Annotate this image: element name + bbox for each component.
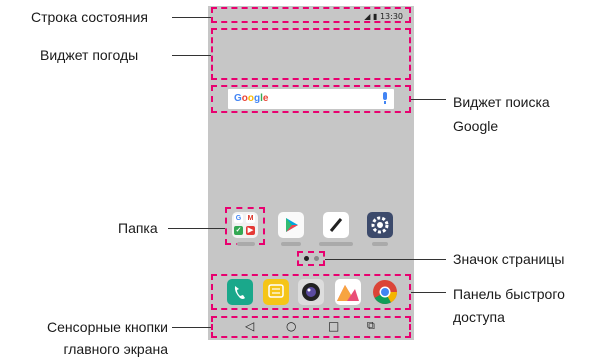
home-touch-buttons-label-2: главного экрана bbox=[63, 341, 168, 357]
gmail-mini-icon: G bbox=[234, 214, 243, 223]
dual-window-key-icon[interactable]: ⧉ bbox=[367, 319, 375, 333]
home-touch-buttons-leader bbox=[172, 327, 211, 328]
chrome-icon[interactable] bbox=[372, 279, 398, 305]
page-indicator-highlight bbox=[297, 251, 325, 266]
pencil-icon bbox=[329, 218, 343, 232]
mic-icon[interactable] bbox=[383, 92, 387, 104]
folder-label bbox=[237, 242, 255, 246]
quick-access-leader bbox=[411, 292, 446, 293]
settings-icon[interactable] bbox=[367, 212, 393, 238]
status-bar-label: Строка состояния bbox=[31, 9, 148, 25]
notes-icon[interactable] bbox=[323, 212, 349, 238]
back-key-icon[interactable]: ◁ bbox=[245, 319, 254, 333]
search-bar[interactable]: Google bbox=[228, 89, 394, 109]
home-key-icon[interactable]: ○ bbox=[286, 319, 296, 333]
phone-icon[interactable] bbox=[227, 279, 253, 305]
status-time: 13:30 bbox=[379, 12, 403, 21]
message-bubble-icon bbox=[268, 284, 284, 298]
gmail-m-mini-icon: M bbox=[246, 214, 255, 223]
messages-icon[interactable] bbox=[263, 279, 289, 305]
recents-key-icon[interactable]: □ bbox=[328, 319, 339, 333]
google-search-label-2: Google bbox=[453, 118, 499, 134]
status-bar: ◢ ▮ 13:30 bbox=[211, 7, 411, 23]
page-indicator-leader bbox=[325, 259, 446, 260]
status-icons: ◢ ▮ 13:30 bbox=[364, 12, 403, 21]
gear-icon bbox=[371, 216, 389, 234]
gallery-icon[interactable] bbox=[335, 279, 361, 305]
google-search-leader bbox=[411, 99, 446, 100]
maps-mini-icon: ✓ bbox=[234, 226, 243, 235]
play-store-icon[interactable] bbox=[278, 212, 304, 238]
chrome-logo-icon bbox=[373, 280, 397, 305]
page-indicator-label: Значок страницы bbox=[453, 251, 565, 267]
play-triangle bbox=[286, 218, 298, 232]
google-logo: Google bbox=[234, 93, 269, 104]
page-dot-inactive[interactable] bbox=[314, 256, 319, 261]
status-bar-leader bbox=[172, 17, 211, 18]
folder-leader bbox=[168, 228, 225, 229]
play-store-label bbox=[281, 242, 301, 246]
weather-widget-label: Виджет погоды bbox=[40, 47, 139, 63]
home-touch-buttons bbox=[211, 316, 411, 338]
quick-access-label-2: доступа bbox=[453, 309, 505, 325]
weather-widget[interactable] bbox=[211, 28, 411, 80]
weather-widget-leader bbox=[172, 55, 211, 56]
page-dot-active[interactable] bbox=[304, 256, 309, 261]
youtube-mini-icon: ▶ bbox=[246, 226, 255, 235]
mountains-icon bbox=[337, 285, 359, 301]
settings-label bbox=[372, 242, 388, 246]
lens-icon bbox=[302, 283, 320, 301]
notes-label bbox=[319, 242, 353, 246]
quick-access-label-1: Панель быстрого bbox=[453, 286, 565, 302]
folder-label-text: Папка bbox=[118, 220, 158, 236]
folder-icon[interactable]: G M ✓ ▶ bbox=[232, 212, 258, 238]
google-search-label-1: Виджет поиска bbox=[453, 94, 550, 110]
handset-icon bbox=[234, 286, 245, 299]
camera-icon[interactable] bbox=[298, 279, 324, 305]
home-touch-buttons-label-1: Сенсорные кнопки bbox=[47, 319, 168, 335]
